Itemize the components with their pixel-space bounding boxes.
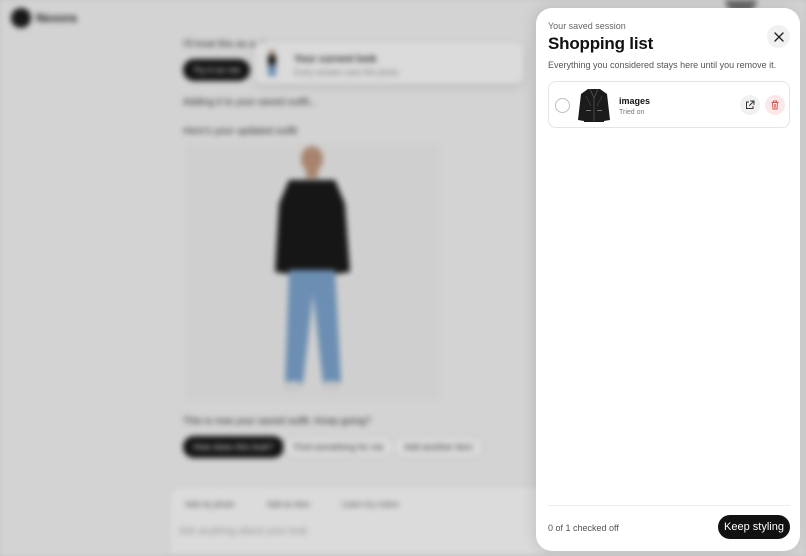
keep-styling-button[interactable]: Keep styling [718,515,790,539]
checked-count: 0 of 1 checked off [548,523,619,533]
open-link-button[interactable] [740,95,760,115]
item-status: Tried on [619,109,645,116]
close-button[interactable] [767,25,790,48]
panel-subtitle: Everything you considered stays here unt… [548,60,777,70]
item-checkbox[interactable] [555,98,570,113]
panel-eyebrow: Your saved session [548,21,626,31]
leather-jacket-thumbnail [578,88,610,122]
trash-icon [771,100,779,110]
panel-title: Shopping list [548,34,654,53]
external-link-icon [746,100,755,109]
list-item: images Tried on [548,81,790,128]
close-icon [773,31,784,42]
shopping-list-panel: Your saved session Shopping list Everyth… [536,8,800,551]
item-name: images [619,96,651,106]
footer-divider [548,505,790,506]
delete-item-button[interactable] [765,95,785,115]
